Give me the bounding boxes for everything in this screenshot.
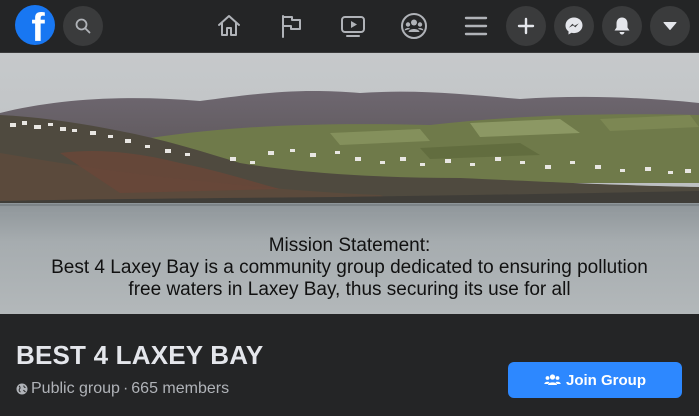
search-button[interactable] bbox=[63, 6, 103, 46]
mission-line: ... bbox=[341, 301, 358, 314]
video-play-icon bbox=[341, 16, 365, 37]
group-member-count[interactable]: 665 members bbox=[131, 380, 229, 398]
messenger-icon bbox=[565, 17, 583, 35]
flag-icon bbox=[282, 15, 301, 38]
nav-watch[interactable] bbox=[333, 8, 373, 44]
mission-line: Mission Statement: bbox=[268, 235, 431, 256]
nav-home[interactable] bbox=[209, 8, 249, 44]
cover-photo: Mission Statement: Best 4 Laxey Bay is a… bbox=[0, 53, 699, 314]
create-button[interactable] bbox=[506, 6, 546, 46]
messenger-button[interactable] bbox=[554, 6, 594, 46]
facebook-logo-letter: f bbox=[31, 6, 45, 45]
join-group-button[interactable]: Join Group bbox=[508, 362, 682, 398]
groups-icon bbox=[401, 13, 427, 39]
home-icon bbox=[218, 15, 240, 36]
group-privacy: Public group bbox=[31, 380, 120, 397]
caret-down-icon bbox=[663, 22, 677, 30]
plus-icon bbox=[517, 17, 535, 35]
account-menu-button[interactable] bbox=[650, 6, 690, 46]
nav-menu[interactable] bbox=[456, 8, 496, 44]
mission-line: free waters in Laxey Bay, thus securing … bbox=[128, 279, 571, 300]
hamburger-menu-icon bbox=[464, 16, 488, 36]
group-meta: Public group · 665 members bbox=[16, 380, 229, 398]
nav-groups[interactable] bbox=[394, 8, 434, 44]
search-icon bbox=[75, 18, 91, 34]
globe-icon bbox=[16, 383, 28, 395]
mission-statement: Mission Statement: Best 4 Laxey Bay is a… bbox=[0, 235, 699, 314]
notifications-button[interactable] bbox=[602, 6, 642, 46]
join-group-label: Join Group bbox=[566, 371, 646, 389]
mission-line: Best 4 Laxey Bay is a community group de… bbox=[51, 257, 648, 278]
meta-separator: · bbox=[122, 380, 129, 397]
bell-icon bbox=[614, 17, 630, 35]
join-group-icon bbox=[544, 373, 561, 387]
group-name: BEST 4 LAXEY BAY bbox=[16, 340, 264, 370]
facebook-logo[interactable]: f bbox=[15, 5, 55, 45]
top-navigation-bar: f bbox=[0, 0, 699, 53]
nav-pages[interactable] bbox=[272, 8, 312, 44]
